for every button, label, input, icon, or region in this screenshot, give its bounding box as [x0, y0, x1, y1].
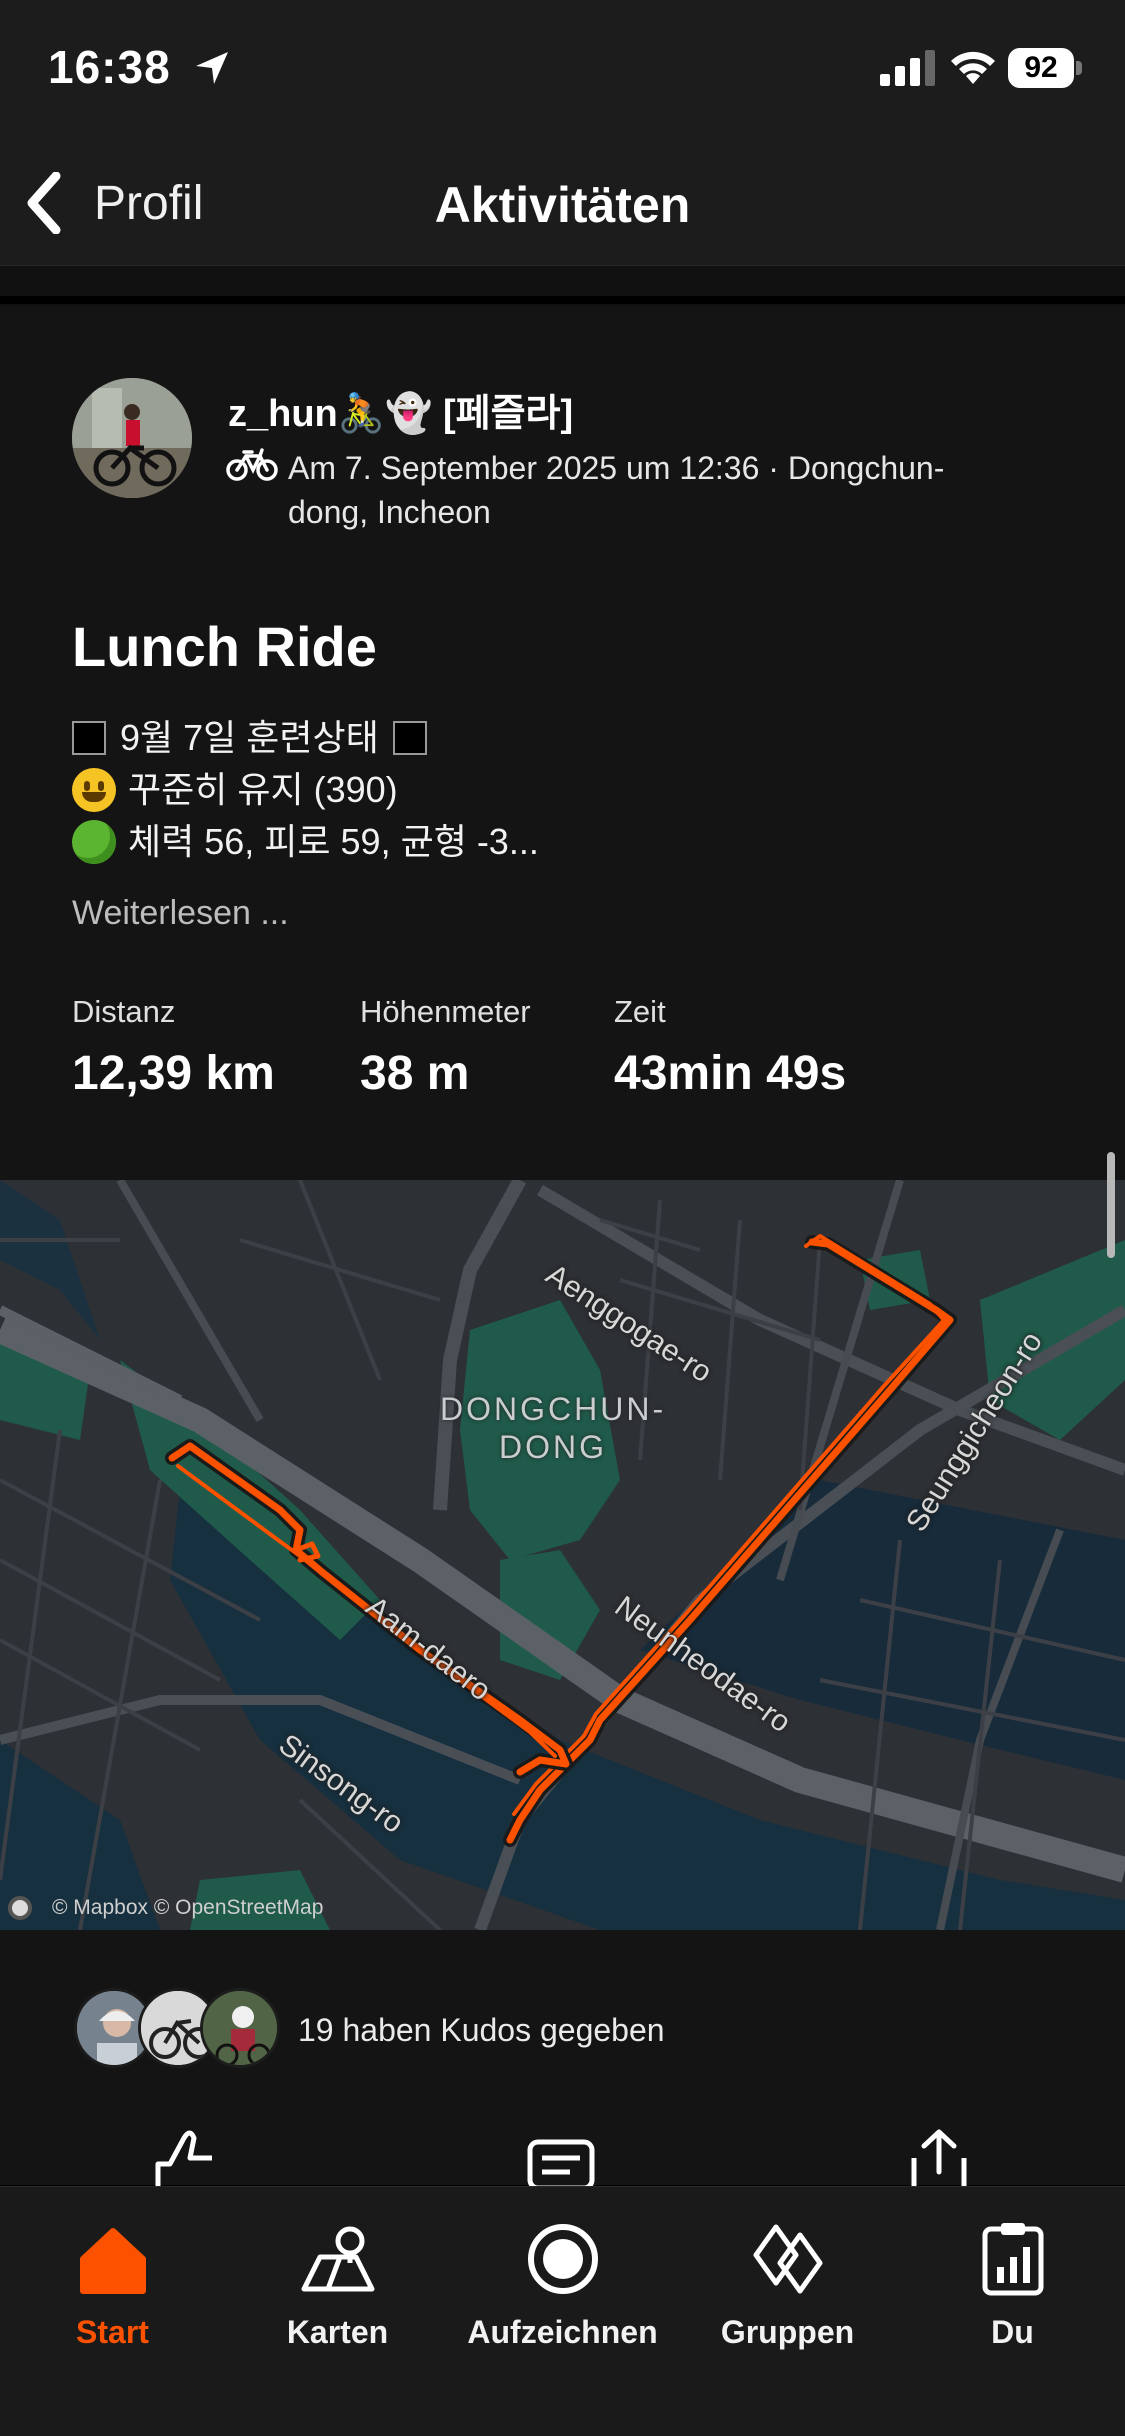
comment-icon[interactable]	[526, 2128, 596, 2188]
athlete-avatar[interactable]	[72, 378, 192, 498]
bike-icon	[226, 448, 278, 481]
home-icon	[79, 2228, 146, 2294]
tab-du[interactable]: Du	[900, 2205, 1125, 2355]
read-more-link[interactable]: Weiterlesen ...	[72, 894, 289, 933]
stat-label: Zeit	[614, 994, 666, 1029]
description-line: 체력 56, 피로 59, 균형 -3...	[72, 816, 539, 868]
stat-distance: Distanz 12,39 km	[72, 994, 275, 1101]
page-title: Aktivitäten	[434, 177, 691, 233]
divider	[0, 296, 1125, 304]
tab-label: Start	[76, 2314, 149, 2350]
thumbs-up-icon[interactable]	[150, 2128, 220, 2188]
tab-aufzeichnen[interactable]: Aufzeichnen	[450, 2205, 675, 2355]
stat-elevation: Höhenmeter 38 m	[360, 994, 531, 1101]
tab-gruppen[interactable]: Gruppen	[675, 2205, 900, 2355]
avatar[interactable]	[200, 1988, 280, 2068]
tab-karten[interactable]: Karten	[225, 2205, 450, 2355]
tab-bar: Start Karten Aufzeichnen Gruppen Du	[0, 2186, 1125, 2436]
battery-level: 92	[1008, 48, 1074, 88]
groups-icon	[753, 2224, 822, 2294]
activity-description: 9월 7일 훈련상태 꾸준히 유지 (390) 체력 56, 피로 59, 균형…	[72, 712, 539, 868]
description-line: 9월 7일 훈련상태	[72, 712, 539, 764]
kudos-count[interactable]: 19 haben Kudos gegeben	[298, 2012, 665, 2049]
navigation-header: Profil Aktivitäten	[0, 140, 1125, 266]
attribution-text: © Mapbox © OpenStreetMap	[52, 1896, 324, 1919]
district-label: DONGCHUN- DONG	[440, 1391, 667, 1465]
scrollbar[interactable]	[1107, 1152, 1115, 1258]
kudos-section: 19 haben Kudos gegeben	[0, 1930, 1125, 2188]
mapbox-logo-icon	[8, 1896, 32, 1920]
stat-value: 38 m	[360, 1047, 470, 1100]
map-attribution[interactable]: © Mapbox © OpenStreetMap	[8, 1896, 323, 1920]
tree-emoji-icon	[72, 820, 116, 864]
battery-icon: 92	[1008, 48, 1082, 88]
tab-label: Karten	[286, 2314, 389, 2350]
activity-title[interactable]: Lunch Ride	[72, 614, 377, 679]
description-text: 9월 7일 훈련상태	[120, 717, 379, 758]
tab-start[interactable]: Start	[0, 2205, 225, 2355]
description-text: 체력 56, 피로 59, 균형 -3...	[128, 821, 539, 862]
tab-label: Aufzeichnen	[467, 2314, 658, 2350]
wifi-icon	[951, 51, 995, 84]
stat-time: Zeit 43min 49s	[614, 994, 846, 1101]
stat-label: Höhenmeter	[360, 994, 531, 1029]
tab-label: Gruppen	[720, 2314, 855, 2350]
map-icon	[301, 2226, 374, 2292]
status-time: 16:38	[48, 41, 171, 93]
smiley-emoji-icon	[72, 768, 116, 812]
record-icon	[527, 2224, 598, 2294]
black-square-icon	[72, 721, 106, 755]
black-square-icon	[392, 721, 427, 755]
activity-card[interactable]: z_hun🚴👻 [페즐라] Am 7. September 2025 um 12…	[0, 306, 1125, 1180]
location-arrow-icon	[196, 52, 228, 84]
share-icon[interactable]	[904, 2128, 974, 2188]
status-bar: 16:38 92	[0, 0, 1125, 140]
route-map[interactable]: Aenggogae-ro Seunggicheon-ro Aam-daero N…	[0, 1180, 1125, 1930]
stat-value: 12,39 km	[72, 1047, 275, 1100]
athlete-name[interactable]: z_hun🚴👻 [페즐라]	[228, 382, 573, 437]
profile-icon	[982, 2223, 1043, 2296]
tab-label: Du	[991, 2314, 1034, 2350]
stat-label: Distanz	[72, 994, 176, 1029]
description-line: 꾸준히 유지 (390)	[72, 764, 539, 816]
stat-value: 43min 49s	[614, 1047, 847, 1100]
activity-meta: Am 7. September 2025 um 12:36 · Dongchun…	[288, 450, 945, 530]
cellular-signal-icon	[880, 50, 935, 86]
description-text: 꾸준히 유지 (390)	[128, 769, 398, 810]
